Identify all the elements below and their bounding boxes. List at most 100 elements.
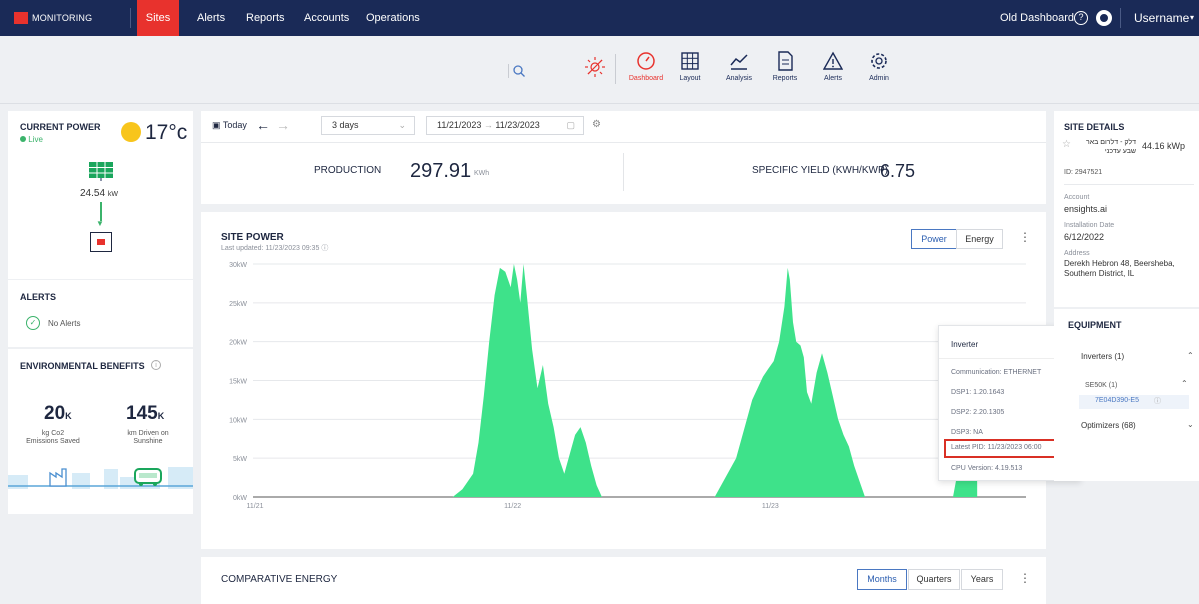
help-icon[interactable]: ? <box>1074 11 1088 25</box>
co2-unit: K <box>65 411 72 421</box>
toolbar-dashboard-label: Dashboard <box>628 75 664 82</box>
star-icon[interactable]: ☆ <box>1062 139 1071 150</box>
dashboard-icon <box>637 52 655 70</box>
inverter-serial: 7E04D390-E5 <box>1095 397 1139 404</box>
toolbar-alerts-label: Alerts <box>824 75 842 82</box>
analysis-icon <box>730 54 748 70</box>
specific-yield-value: 6.75 <box>880 161 916 181</box>
account-label: Account <box>1064 194 1090 201</box>
chevron-down-icon[interactable]: ▾ <box>1190 0 1194 36</box>
date-range-field[interactable]: 11/21/2023 → 11/23/2023 ▢ <box>426 116 584 135</box>
inverter-cpu-version: CPU Version: 4.19.513 <box>951 465 1023 472</box>
toolbar-reports-label: Reports <box>772 75 798 82</box>
y-tick-label: 25kW <box>229 301 247 308</box>
today-button[interactable]: ▣ Today <box>212 120 247 131</box>
toolbar-dashboard[interactable]: Dashboard <box>621 50 671 82</box>
km-label: km Driven on Sunshine <box>127 430 169 445</box>
installation-date-label: Installation Date <box>1064 222 1115 229</box>
nav-alerts[interactable]: Alerts <box>197 0 225 36</box>
inverter-communication: Communication: ETHERNET <box>951 369 1042 376</box>
support-icon[interactable] <box>1096 10 1112 26</box>
live-dot-icon <box>20 136 26 142</box>
power-toggle-button[interactable]: Power <box>911 229 957 249</box>
inverter-icon[interactable] <box>90 232 112 252</box>
site-details-card: SITE DETAILS ☆ דלק - דלרום באר שבע עדכני… <box>1054 111 1199 307</box>
calendar-icon: ▣ <box>212 120 221 130</box>
y-tick-label: 15kW <box>229 379 247 386</box>
x-tick-label: 11/23 <box>762 503 779 510</box>
y-tick-label: 20kW <box>229 340 247 347</box>
toolbar-alerts[interactable]: Alerts <box>808 50 858 82</box>
se50k-group[interactable]: SE50K (1) <box>1085 382 1117 389</box>
quarters-button[interactable]: Quarters <box>908 569 960 590</box>
nav-operations[interactable]: Operations <box>366 0 420 36</box>
energy-toggle-button[interactable]: Energy <box>956 229 1003 249</box>
serial-info-icon[interactable]: ⓘ <box>1154 396 1161 406</box>
old-dashboard-link[interactable]: Old Dashboard <box>1000 0 1074 36</box>
y-tick-label: 0kW <box>233 495 247 502</box>
optimizers-chevron-down-icon[interactable]: ⌄ <box>1187 420 1194 429</box>
site-details-title: SITE DETAILS <box>1064 122 1125 132</box>
nav-sites[interactable]: Sites <box>137 0 179 36</box>
toolbar-layout[interactable]: Layout <box>665 50 715 82</box>
temperature: 17°c <box>145 121 188 144</box>
layout-icon <box>681 52 699 70</box>
months-button[interactable]: Months <box>857 569 907 590</box>
range-select[interactable]: 3 days ⌄ <box>321 116 415 135</box>
inverter-dsp3: DSP3: NA <box>951 429 983 436</box>
info-icon[interactable]: i <box>151 360 161 370</box>
nav-reports[interactable]: Reports <box>246 0 285 36</box>
toolbar-reports[interactable]: Reports <box>760 50 810 82</box>
city-skyline-illustration <box>8 461 193 489</box>
live-label: Live <box>28 135 43 144</box>
toolbar-analysis[interactable]: Analysis <box>714 50 764 82</box>
inverter-popup-title: Inverter <box>951 340 979 349</box>
x-tick-label: 11/21 <box>247 503 264 510</box>
search-icon[interactable] <box>512 64 526 81</box>
environmental-benefits-title: ENVIRONMENTAL BENEFITS <box>20 361 145 371</box>
more-menu-icon[interactable]: ⋮ <box>1019 230 1031 244</box>
production-unit: KWh <box>474 170 490 177</box>
inverters-group[interactable]: Inverters (1) <box>1081 352 1124 361</box>
inverter-dsp2: DSP2: 2.20.1305 <box>951 409 1005 416</box>
weather-icon[interactable] <box>584 56 606 81</box>
site-power-chart: 0kW 5kW 10kW 15kW 20kW 25kW 30kW 11/21 11/22 11/2… <box>229 262 1026 510</box>
x-tick-label: 11/22 <box>504 503 521 510</box>
inverter-serial-row[interactable]: 7E04D390-E5 ⓘ <box>1079 395 1189 409</box>
optimizers-group[interactable]: Optimizers (68) <box>1081 421 1136 430</box>
power-area-series-2 <box>714 267 865 497</box>
warning-icon <box>823 51 843 70</box>
username-menu[interactable]: Username <box>1134 0 1189 36</box>
no-alerts-text: No Alerts <box>48 319 81 328</box>
y-tick-label: 10kW <box>229 417 247 424</box>
address-value: Derekh Hebron 48, Beersheba, Southern Di… <box>1064 259 1175 278</box>
site-power-card: SITE POWER Last updated: 11/23/2023 09:3… <box>201 212 1082 549</box>
settings-gear-icon[interactable]: ⚙ <box>592 119 601 130</box>
brand-logo-icon <box>14 12 28 24</box>
top-nav: MONITORING Sites Alerts Reports Accounts… <box>0 0 1199 36</box>
filters-production-card: ▣ Today ← → 3 days ⌄ 11/21/2023 → 11/23/… <box>201 111 1046 204</box>
nav-divider <box>130 8 131 28</box>
last-updated-info-icon[interactable]: ⓘ <box>321 245 328 252</box>
next-arrow-icon[interactable]: → <box>276 117 290 133</box>
solar-panel-icon[interactable] <box>88 161 114 184</box>
y-tick-label: 30kW <box>229 262 247 269</box>
years-button[interactable]: Years <box>961 569 1003 590</box>
inverter-dsp1: DSP1: 1.20.1643 <box>951 389 1005 396</box>
co2-value: 20K <box>44 403 72 425</box>
inverters-chevron-up-icon[interactable]: ⌃ <box>1187 351 1194 360</box>
prev-arrow-icon[interactable]: ← <box>256 117 270 133</box>
nav-accounts[interactable]: Accounts <box>304 0 349 36</box>
toolbar-admin[interactable]: Admin <box>854 50 904 82</box>
brand[interactable]: MONITORING <box>14 0 92 36</box>
address-label: Address <box>1064 250 1090 257</box>
check-circle-icon: ✓ <box>26 316 40 330</box>
production-divider <box>623 153 624 191</box>
comparative-more-menu-icon[interactable]: ⋮ <box>1019 571 1031 585</box>
toolbar-analysis-label: Analysis <box>725 75 753 82</box>
km-number: 145 <box>126 403 158 424</box>
km-value: 145K <box>126 403 164 425</box>
site-power-title: SITE POWER <box>221 232 284 243</box>
se50k-chevron-up-icon[interactable]: ⌃ <box>1181 379 1188 388</box>
current-power-title: CURRENT POWER <box>20 122 101 132</box>
